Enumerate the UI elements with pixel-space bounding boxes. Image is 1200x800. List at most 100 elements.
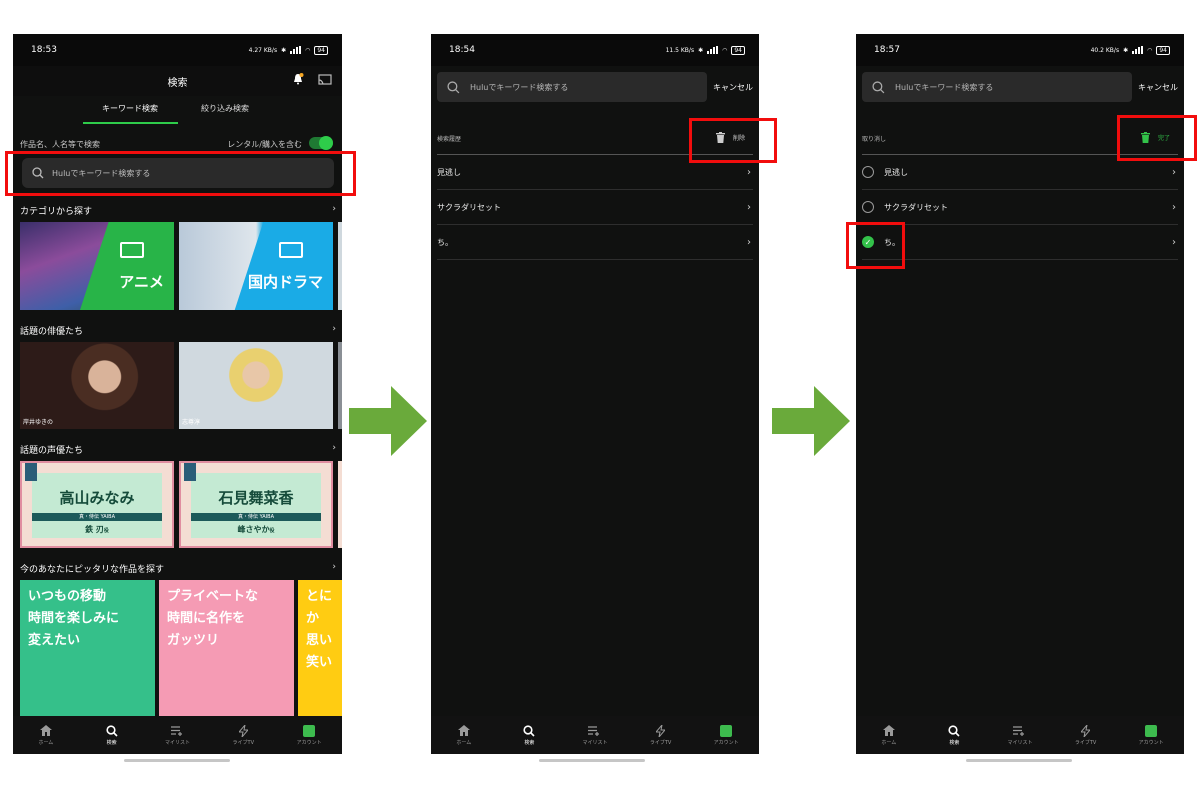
promo-line: ガッツリ: [167, 633, 220, 648]
section-actors[interactable]: 話題の俳優たち ›: [20, 324, 336, 337]
section-title: 今のあなたにピッタリな作品を探す: [20, 565, 165, 575]
chevron-right-icon: ›: [332, 443, 336, 453]
gesture-bar: [124, 759, 230, 762]
work-title: 真・侍伝 YAIBA: [32, 513, 162, 521]
actor-next-peek[interactable]: [338, 342, 342, 429]
history-label: 検索履歴: [437, 136, 462, 143]
chevron-right-icon: ›: [1172, 236, 1176, 248]
promo-line: いつもの移動: [28, 589, 107, 604]
wifi-icon: ◠: [1147, 46, 1153, 54]
bluetooth-icon: ✱: [1123, 46, 1129, 54]
nav-home[interactable]: ホーム: [862, 724, 916, 746]
chevron-right-icon: ›: [1172, 201, 1176, 213]
category-anime[interactable]: アニメ: [20, 222, 174, 310]
step-arrow-icon: [349, 386, 427, 456]
battery-icon: 94: [1156, 45, 1170, 55]
voice-actor-card[interactable]: 高山みなみ 真・侍伝 YAIBA 鉄 刃役: [20, 461, 174, 548]
tv-icon: [279, 242, 303, 258]
work-title: 真・侍伝 YAIBA: [191, 513, 321, 521]
cast-icon[interactable]: [318, 74, 332, 85]
nav-mylist[interactable]: マイリスト: [568, 724, 622, 746]
search-icon: [105, 724, 119, 737]
undo-button[interactable]: 取り消し: [862, 134, 886, 143]
home-icon: [457, 724, 471, 737]
promo-card-laugh[interactable]: とにか 思い 笑い: [298, 580, 342, 716]
nav-live-tv[interactable]: ライブTV: [634, 724, 688, 746]
wifi-icon: ◠: [722, 46, 728, 54]
highlight-search-box: [5, 151, 356, 196]
history-item[interactable]: サクラダリセット ›: [437, 190, 753, 225]
nav-label: 検索: [106, 740, 117, 746]
nav-label: アカウント: [713, 740, 739, 746]
voice-actor-next-peek[interactable]: [338, 461, 342, 548]
history-item-label: 見逃し: [884, 167, 908, 177]
history-item[interactable]: ち。 ›: [437, 225, 753, 260]
chevron-right-icon: ›: [332, 204, 336, 214]
nav-label: ホーム: [456, 740, 472, 746]
promo-card-private[interactable]: プライベートな 時間に名作を ガッツリ: [159, 580, 294, 716]
nav-account[interactable]: アカウント: [699, 724, 753, 746]
rental-toggle-label: レンタル/購入を含む: [227, 140, 302, 149]
actor-card[interactable]: 岸井ゆきの: [20, 342, 174, 429]
tab-keyword-search[interactable]: キーワード検索: [82, 98, 178, 124]
nav-label: アカウント: [296, 740, 322, 746]
nav-search[interactable]: 検索: [502, 724, 556, 746]
nav-home[interactable]: ホーム: [437, 724, 491, 746]
chevron-right-icon: ›: [332, 324, 336, 334]
search-placeholder: Huluでキーワード検索する: [895, 82, 994, 92]
search-input[interactable]: Huluでキーワード検索する: [437, 72, 707, 102]
battery-icon: 94: [314, 45, 328, 55]
cancel-button[interactable]: キャンセル: [713, 82, 753, 93]
bottom-nav: ホーム 検索 マイリスト ライブTV アカウント: [431, 716, 759, 754]
role-name: 鉄 刃役: [32, 524, 162, 535]
network-speed: 11.5 KB/s: [665, 46, 695, 54]
history-item-label: ち。: [437, 237, 453, 247]
card-panel: 石見舞菜香 真・侍伝 YAIBA 峰さやか役: [191, 473, 321, 538]
nav-account[interactable]: アカウント: [1124, 724, 1178, 746]
history-item[interactable]: ✓ ち。 ›: [862, 225, 1178, 260]
category-next-peek[interactable]: [338, 222, 342, 310]
signal-icon: [290, 46, 302, 54]
nav-live-tv[interactable]: ライブTV: [1059, 724, 1113, 746]
chevron-right-icon: ›: [747, 201, 751, 213]
promo-line: 時間を楽しみに: [28, 611, 120, 626]
status-bar: 18:57 40.2 KB/s ✱ ◠ 94: [856, 34, 1184, 66]
category-domestic-drama[interactable]: 国内ドラマ: [179, 222, 333, 310]
tab-filter-search[interactable]: 絞り込み検索: [178, 98, 273, 124]
nav-account[interactable]: アカウント: [282, 724, 336, 746]
nav-live-tv[interactable]: ライブTV: [216, 724, 270, 746]
chevron-right-icon: ›: [747, 166, 751, 178]
highlight-checked-item: [846, 222, 905, 269]
bottom-nav: ホーム 検索 マイリスト ライブTV アカウント: [13, 716, 342, 754]
nav-search[interactable]: 検索: [927, 724, 981, 746]
promo-card-commute[interactable]: いつもの移動 時間を楽しみに 変えたい: [20, 580, 155, 716]
actor-card[interactable]: 志尊淳: [179, 342, 333, 429]
notification-bell-icon[interactable]: [292, 73, 304, 85]
nav-mylist[interactable]: マイリスト: [150, 724, 204, 746]
search-input[interactable]: Huluでキーワード検索する: [862, 72, 1132, 102]
cancel-button[interactable]: キャンセル: [1138, 82, 1178, 93]
section-recommend[interactable]: 今のあなたにピッタリな作品を探す ›: [20, 562, 336, 575]
home-icon: [882, 724, 896, 737]
checkbox-unchecked-icon[interactable]: [862, 201, 874, 213]
bolt-icon: [236, 724, 250, 737]
nav-mylist[interactable]: マイリスト: [993, 724, 1047, 746]
history-item[interactable]: サクラダリセット ›: [862, 190, 1178, 225]
section-title: 話題の声優たち: [20, 446, 84, 456]
rental-toggle[interactable]: [309, 136, 333, 150]
signal-icon: [1132, 46, 1144, 54]
section-voice-actors[interactable]: 話題の声優たち ›: [20, 443, 336, 456]
section-title: 話題の俳優たち: [20, 327, 84, 337]
nav-label: ホーム: [881, 740, 897, 746]
nav-home[interactable]: ホーム: [19, 724, 73, 746]
bluetooth-icon: ✱: [281, 46, 287, 54]
film-icon: [120, 242, 144, 258]
checkbox-unchecked-icon[interactable]: [862, 166, 874, 178]
signal-icon: [707, 46, 719, 54]
section-categories[interactable]: カテゴリから探す ›: [20, 204, 336, 217]
nav-search[interactable]: 検索: [85, 724, 139, 746]
voice-actor-card[interactable]: 石見舞菜香 真・侍伝 YAIBA 峰さやか役: [179, 461, 333, 548]
status-bar: 18:53 4.27 KB/s ✱ ◠ 94: [13, 34, 342, 66]
bolt-icon: [654, 724, 668, 737]
status-bar: 18:54 11.5 KB/s ✱ ◠ 94: [431, 34, 759, 66]
